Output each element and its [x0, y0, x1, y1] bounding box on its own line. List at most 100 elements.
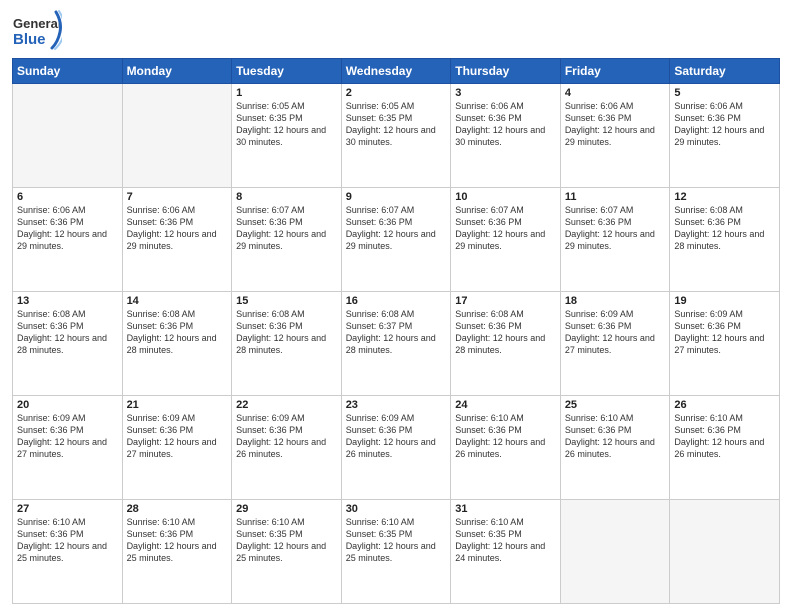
calendar-cell: 11Sunrise: 6:07 AM Sunset: 6:36 PM Dayli… — [560, 188, 670, 292]
day-number: 10 — [455, 191, 556, 203]
header: General Blue — [12, 10, 780, 52]
day-number: 17 — [455, 295, 556, 307]
calendar-cell: 13Sunrise: 6:08 AM Sunset: 6:36 PM Dayli… — [13, 292, 123, 396]
day-number: 29 — [236, 503, 337, 515]
day-number: 22 — [236, 399, 337, 411]
calendar-cell: 20Sunrise: 6:09 AM Sunset: 6:36 PM Dayli… — [13, 396, 123, 500]
day-number: 31 — [455, 503, 556, 515]
page: General Blue Sunday Monday Tuesday Wedne… — [0, 0, 792, 612]
day-number: 30 — [346, 503, 447, 515]
calendar-cell: 12Sunrise: 6:08 AM Sunset: 6:36 PM Dayli… — [670, 188, 780, 292]
day-number: 23 — [346, 399, 447, 411]
day-info: Sunrise: 6:10 AM Sunset: 6:35 PM Dayligh… — [346, 516, 447, 565]
calendar-week-row: 27Sunrise: 6:10 AM Sunset: 6:36 PM Dayli… — [13, 500, 780, 604]
day-info: Sunrise: 6:08 AM Sunset: 6:36 PM Dayligh… — [127, 308, 228, 357]
day-info: Sunrise: 6:06 AM Sunset: 6:36 PM Dayligh… — [17, 204, 118, 253]
day-info: Sunrise: 6:08 AM Sunset: 6:36 PM Dayligh… — [236, 308, 337, 357]
day-number: 26 — [674, 399, 775, 411]
day-info: Sunrise: 6:10 AM Sunset: 6:36 PM Dayligh… — [674, 412, 775, 461]
day-info: Sunrise: 6:07 AM Sunset: 6:36 PM Dayligh… — [455, 204, 556, 253]
logo-svg: General Blue — [12, 10, 62, 52]
day-info: Sunrise: 6:06 AM Sunset: 6:36 PM Dayligh… — [565, 100, 666, 149]
calendar-week-row: 6Sunrise: 6:06 AM Sunset: 6:36 PM Daylig… — [13, 188, 780, 292]
day-number: 11 — [565, 191, 666, 203]
day-number: 13 — [17, 295, 118, 307]
day-info: Sunrise: 6:08 AM Sunset: 6:36 PM Dayligh… — [455, 308, 556, 357]
day-number: 8 — [236, 191, 337, 203]
day-info: Sunrise: 6:05 AM Sunset: 6:35 PM Dayligh… — [236, 100, 337, 149]
calendar-cell — [670, 500, 780, 604]
calendar-cell: 31Sunrise: 6:10 AM Sunset: 6:35 PM Dayli… — [451, 500, 561, 604]
day-info: Sunrise: 6:08 AM Sunset: 6:37 PM Dayligh… — [346, 308, 447, 357]
calendar-cell: 9Sunrise: 6:07 AM Sunset: 6:36 PM Daylig… — [341, 188, 451, 292]
calendar-cell: 17Sunrise: 6:08 AM Sunset: 6:36 PM Dayli… — [451, 292, 561, 396]
calendar-cell: 19Sunrise: 6:09 AM Sunset: 6:36 PM Dayli… — [670, 292, 780, 396]
calendar-cell — [560, 500, 670, 604]
calendar-cell: 1Sunrise: 6:05 AM Sunset: 6:35 PM Daylig… — [232, 84, 342, 188]
col-tuesday: Tuesday — [232, 59, 342, 84]
calendar-cell: 29Sunrise: 6:10 AM Sunset: 6:35 PM Dayli… — [232, 500, 342, 604]
day-info: Sunrise: 6:09 AM Sunset: 6:36 PM Dayligh… — [17, 412, 118, 461]
calendar-week-row: 20Sunrise: 6:09 AM Sunset: 6:36 PM Dayli… — [13, 396, 780, 500]
calendar-header-row: Sunday Monday Tuesday Wednesday Thursday… — [13, 59, 780, 84]
calendar-cell: 30Sunrise: 6:10 AM Sunset: 6:35 PM Dayli… — [341, 500, 451, 604]
col-thursday: Thursday — [451, 59, 561, 84]
day-info: Sunrise: 6:05 AM Sunset: 6:35 PM Dayligh… — [346, 100, 447, 149]
day-number: 12 — [674, 191, 775, 203]
day-info: Sunrise: 6:09 AM Sunset: 6:36 PM Dayligh… — [127, 412, 228, 461]
day-info: Sunrise: 6:09 AM Sunset: 6:36 PM Dayligh… — [346, 412, 447, 461]
calendar-cell — [13, 84, 123, 188]
calendar-cell: 8Sunrise: 6:07 AM Sunset: 6:36 PM Daylig… — [232, 188, 342, 292]
calendar-week-row: 13Sunrise: 6:08 AM Sunset: 6:36 PM Dayli… — [13, 292, 780, 396]
day-info: Sunrise: 6:06 AM Sunset: 6:36 PM Dayligh… — [455, 100, 556, 149]
day-info: Sunrise: 6:10 AM Sunset: 6:35 PM Dayligh… — [236, 516, 337, 565]
day-info: Sunrise: 6:08 AM Sunset: 6:36 PM Dayligh… — [17, 308, 118, 357]
calendar-cell: 3Sunrise: 6:06 AM Sunset: 6:36 PM Daylig… — [451, 84, 561, 188]
day-number: 7 — [127, 191, 228, 203]
day-info: Sunrise: 6:10 AM Sunset: 6:36 PM Dayligh… — [17, 516, 118, 565]
day-info: Sunrise: 6:10 AM Sunset: 6:36 PM Dayligh… — [455, 412, 556, 461]
calendar-cell: 16Sunrise: 6:08 AM Sunset: 6:37 PM Dayli… — [341, 292, 451, 396]
col-wednesday: Wednesday — [341, 59, 451, 84]
calendar-cell: 4Sunrise: 6:06 AM Sunset: 6:36 PM Daylig… — [560, 84, 670, 188]
day-number: 19 — [674, 295, 775, 307]
day-info: Sunrise: 6:09 AM Sunset: 6:36 PM Dayligh… — [236, 412, 337, 461]
calendar-table: Sunday Monday Tuesday Wednesday Thursday… — [12, 58, 780, 604]
day-number: 24 — [455, 399, 556, 411]
day-number: 21 — [127, 399, 228, 411]
day-number: 2 — [346, 87, 447, 99]
day-info: Sunrise: 6:07 AM Sunset: 6:36 PM Dayligh… — [346, 204, 447, 253]
day-info: Sunrise: 6:08 AM Sunset: 6:36 PM Dayligh… — [674, 204, 775, 253]
calendar-cell: 2Sunrise: 6:05 AM Sunset: 6:35 PM Daylig… — [341, 84, 451, 188]
calendar-cell: 25Sunrise: 6:10 AM Sunset: 6:36 PM Dayli… — [560, 396, 670, 500]
col-saturday: Saturday — [670, 59, 780, 84]
col-friday: Friday — [560, 59, 670, 84]
svg-text:General: General — [13, 16, 61, 31]
day-info: Sunrise: 6:06 AM Sunset: 6:36 PM Dayligh… — [674, 100, 775, 149]
calendar-cell: 24Sunrise: 6:10 AM Sunset: 6:36 PM Dayli… — [451, 396, 561, 500]
calendar-cell — [122, 84, 232, 188]
logo: General Blue — [12, 10, 62, 52]
day-number: 18 — [565, 295, 666, 307]
calendar-cell: 21Sunrise: 6:09 AM Sunset: 6:36 PM Dayli… — [122, 396, 232, 500]
day-info: Sunrise: 6:09 AM Sunset: 6:36 PM Dayligh… — [674, 308, 775, 357]
day-info: Sunrise: 6:06 AM Sunset: 6:36 PM Dayligh… — [127, 204, 228, 253]
day-number: 27 — [17, 503, 118, 515]
calendar-cell: 18Sunrise: 6:09 AM Sunset: 6:36 PM Dayli… — [560, 292, 670, 396]
calendar-week-row: 1Sunrise: 6:05 AM Sunset: 6:35 PM Daylig… — [13, 84, 780, 188]
calendar-cell: 22Sunrise: 6:09 AM Sunset: 6:36 PM Dayli… — [232, 396, 342, 500]
day-number: 9 — [346, 191, 447, 203]
day-info: Sunrise: 6:07 AM Sunset: 6:36 PM Dayligh… — [565, 204, 666, 253]
calendar-cell: 15Sunrise: 6:08 AM Sunset: 6:36 PM Dayli… — [232, 292, 342, 396]
calendar-cell: 23Sunrise: 6:09 AM Sunset: 6:36 PM Dayli… — [341, 396, 451, 500]
calendar-cell: 6Sunrise: 6:06 AM Sunset: 6:36 PM Daylig… — [13, 188, 123, 292]
col-monday: Monday — [122, 59, 232, 84]
day-info: Sunrise: 6:10 AM Sunset: 6:36 PM Dayligh… — [127, 516, 228, 565]
day-number: 6 — [17, 191, 118, 203]
calendar-cell: 5Sunrise: 6:06 AM Sunset: 6:36 PM Daylig… — [670, 84, 780, 188]
day-info: Sunrise: 6:10 AM Sunset: 6:35 PM Dayligh… — [455, 516, 556, 565]
calendar-cell: 14Sunrise: 6:08 AM Sunset: 6:36 PM Dayli… — [122, 292, 232, 396]
calendar-cell: 10Sunrise: 6:07 AM Sunset: 6:36 PM Dayli… — [451, 188, 561, 292]
day-number: 16 — [346, 295, 447, 307]
calendar-cell: 7Sunrise: 6:06 AM Sunset: 6:36 PM Daylig… — [122, 188, 232, 292]
